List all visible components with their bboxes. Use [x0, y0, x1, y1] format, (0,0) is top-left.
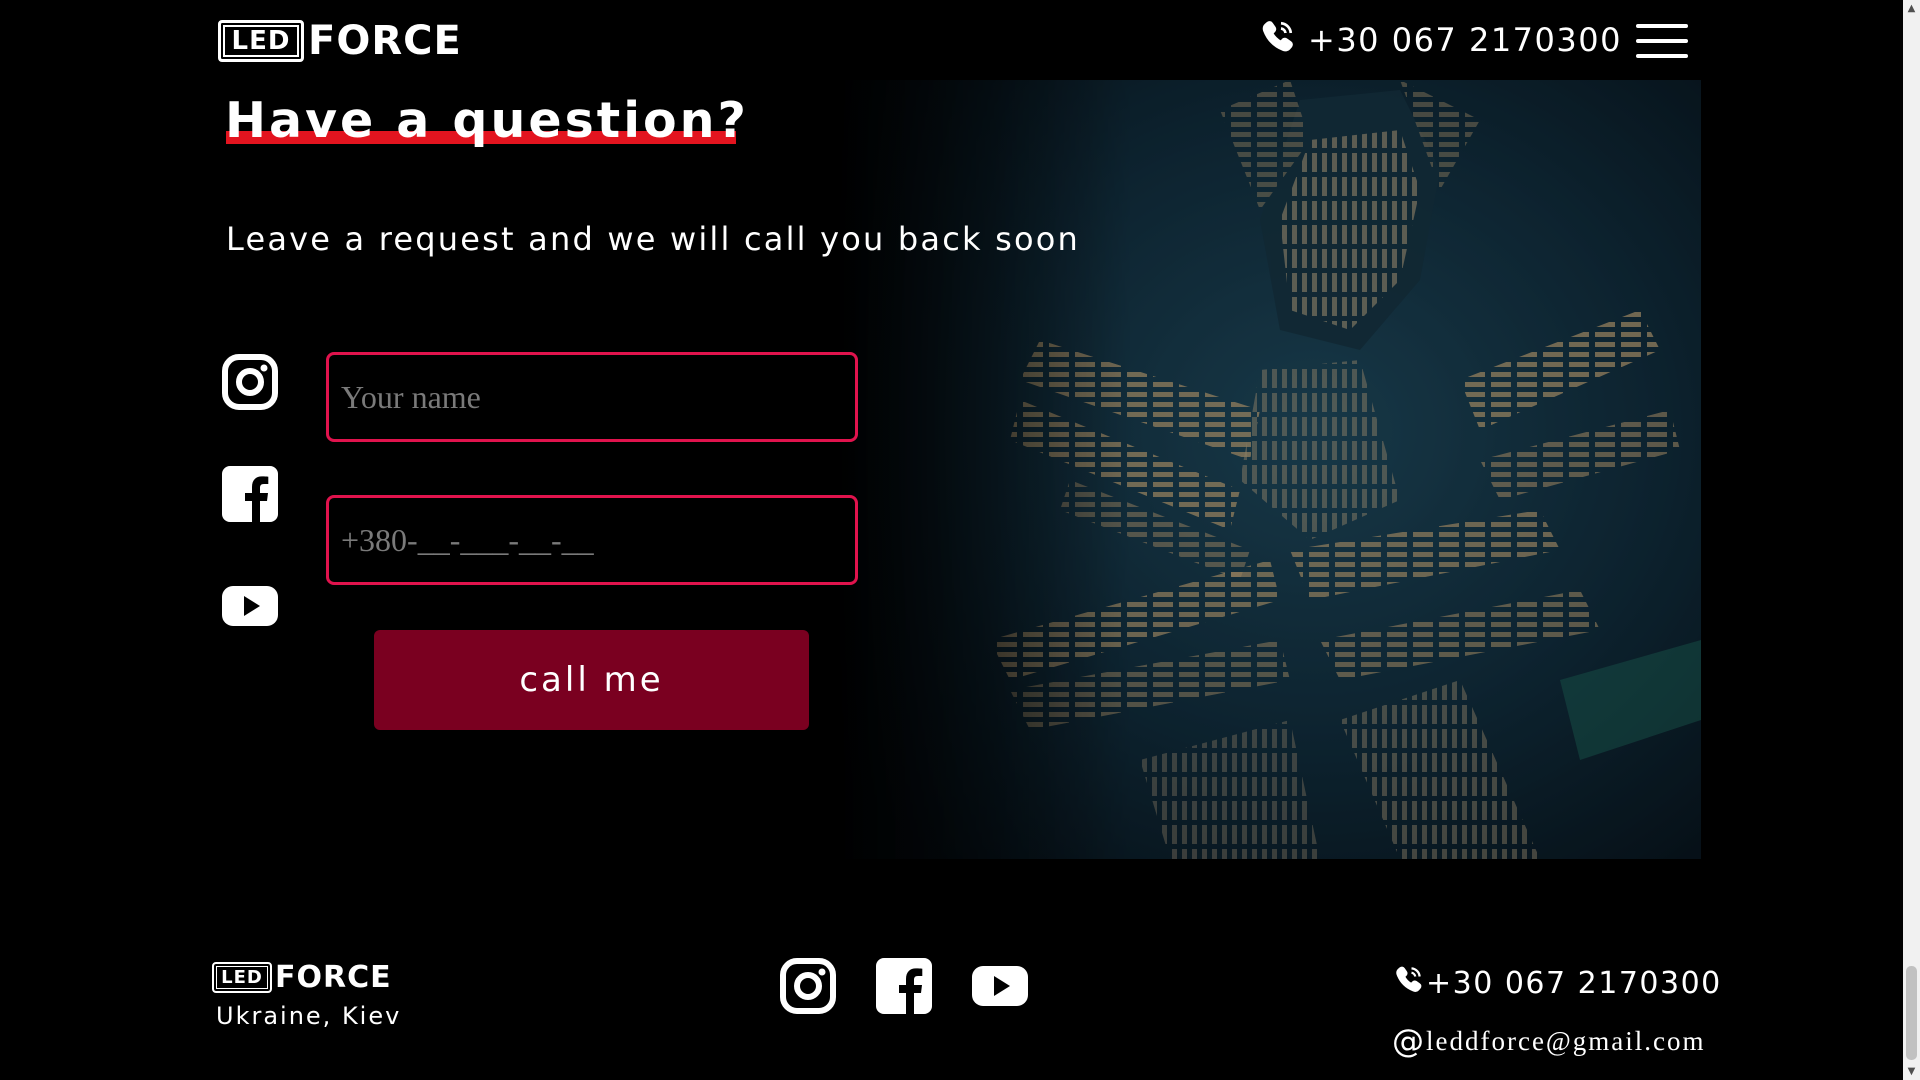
- footer-social-links: [780, 958, 1028, 1014]
- youtube-icon[interactable]: [222, 578, 278, 634]
- menu-bar: [1636, 39, 1688, 43]
- page-title: Have a question?: [225, 92, 749, 149]
- menu-bar: [1636, 54, 1688, 58]
- phone-input[interactable]: [329, 498, 855, 582]
- footer-phone-link[interactable]: +30 067 2170300: [1392, 964, 1722, 1002]
- footer-email: leddforce@gmail.com: [1426, 1025, 1706, 1056]
- logo-led-box: LED: [218, 20, 304, 62]
- scrollbar-thumb[interactable]: [1906, 966, 1917, 1060]
- contact-section: Have a question? Leave a request and we …: [200, 80, 1701, 859]
- header-phone-number: +30 067 2170300: [1308, 21, 1622, 59]
- phone-icon: [1394, 964, 1424, 1002]
- vertical-scrollbar[interactable]: ▲ ▼: [1903, 0, 1920, 1080]
- menu-bar: [1636, 24, 1688, 28]
- call-me-button[interactable]: call me: [374, 630, 809, 730]
- facebook-icon[interactable]: [876, 958, 932, 1014]
- instagram-icon[interactable]: [222, 354, 278, 410]
- footer-logo-led-box: LED: [212, 962, 272, 993]
- header-phone-link[interactable]: +30 067 2170300: [1260, 18, 1622, 62]
- footer-logo[interactable]: LED FORCE: [212, 960, 392, 995]
- instagram-icon[interactable]: [780, 958, 836, 1014]
- footer-logo-wordmark: FORCE: [275, 960, 392, 995]
- site-header: LED FORCE +30 067 2170300: [0, 0, 1903, 80]
- scroll-down-arrow-icon[interactable]: ▼: [1903, 1063, 1920, 1080]
- scroll-up-arrow-icon[interactable]: ▲: [1903, 0, 1920, 17]
- background-fade-overlay: [200, 80, 1701, 859]
- youtube-icon[interactable]: [972, 958, 1028, 1014]
- footer-phone-number: +30 067 2170300: [1426, 965, 1722, 1001]
- section-subtitle: Leave a request and we will call you bac…: [226, 220, 1081, 258]
- logo-wordmark: FORCE: [308, 18, 462, 64]
- name-input[interactable]: [329, 355, 855, 439]
- footer-email-link[interactable]: @ leddforce@gmail.com: [1392, 1022, 1706, 1060]
- facebook-icon[interactable]: [222, 466, 278, 522]
- name-field[interactable]: [326, 352, 858, 442]
- at-sign-icon: @: [1392, 1022, 1424, 1060]
- footer-location: Ukraine, Kiev: [216, 1002, 402, 1030]
- hamburger-menu-icon[interactable]: [1636, 24, 1688, 58]
- phone-icon: [1260, 18, 1296, 62]
- logo[interactable]: LED FORCE: [218, 18, 462, 64]
- phone-field[interactable]: [326, 495, 858, 585]
